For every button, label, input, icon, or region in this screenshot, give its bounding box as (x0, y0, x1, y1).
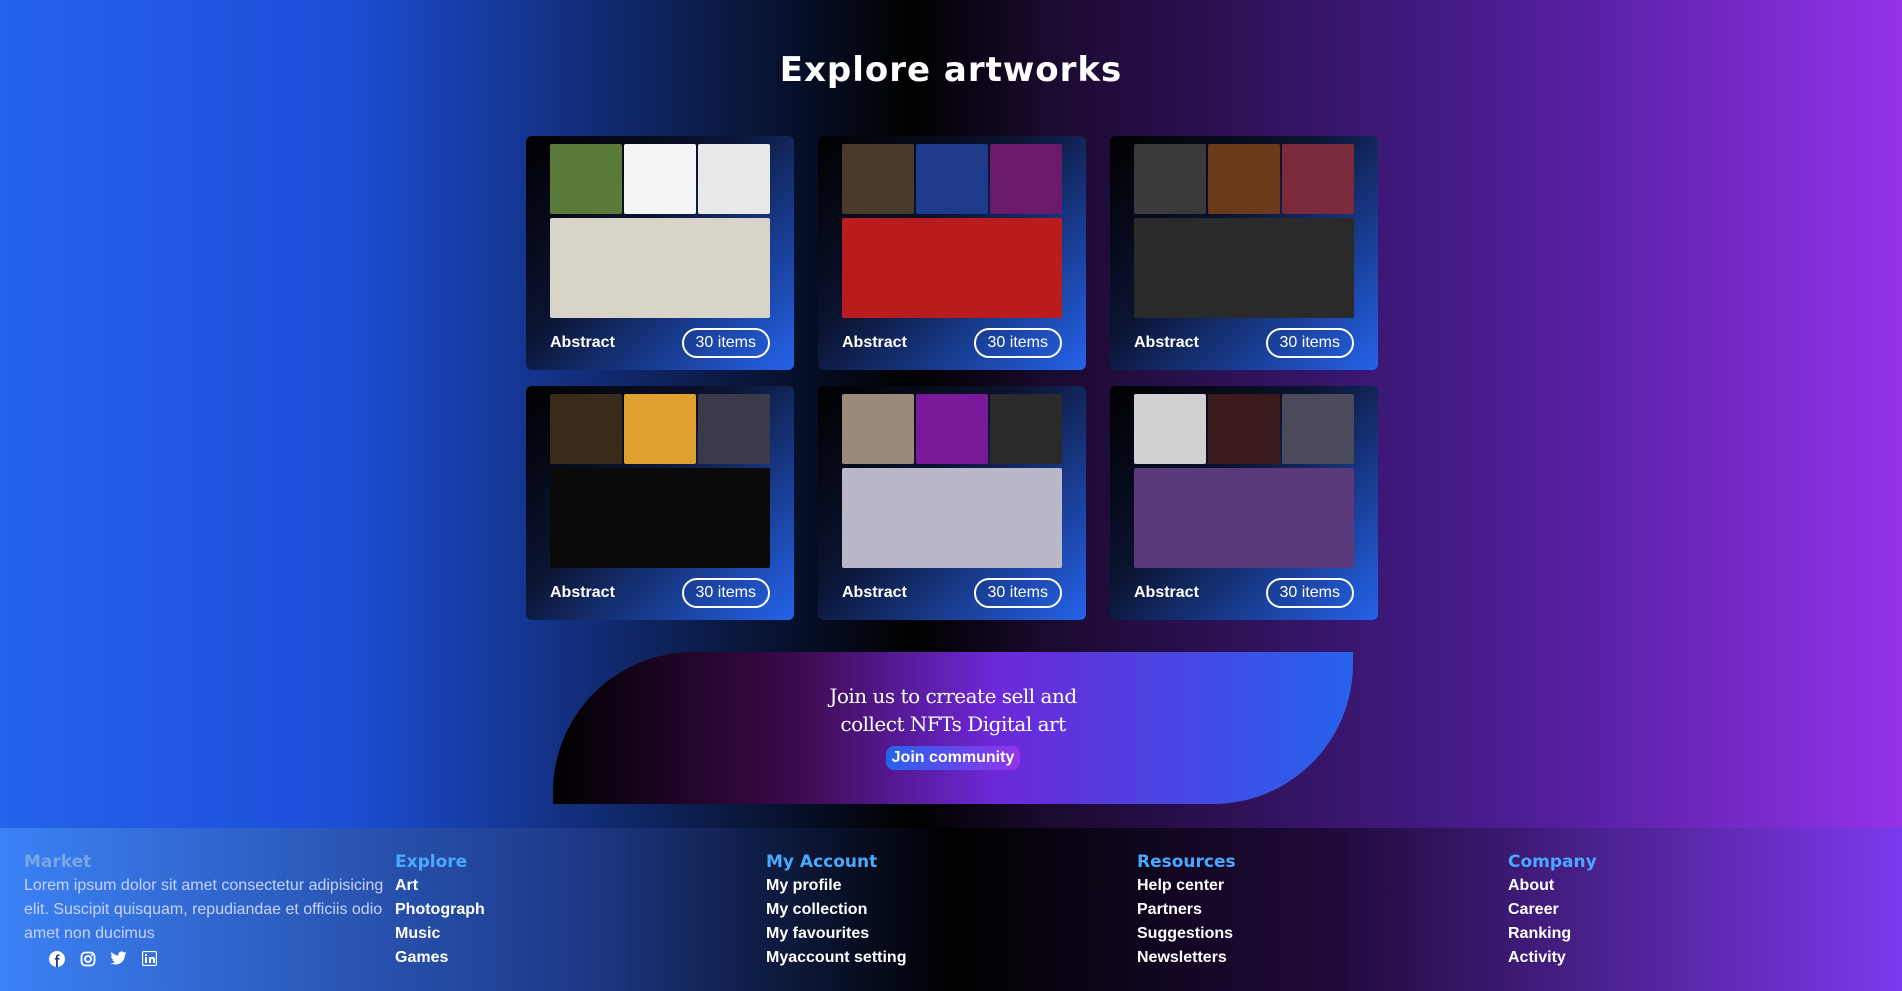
footer-link-career[interactable]: Career (1508, 898, 1855, 922)
collection-card[interactable]: Abstract 30 items (526, 136, 794, 370)
collection-cover-image[interactable] (842, 218, 1062, 318)
footer-link-my-collection[interactable]: My collection (766, 898, 1113, 922)
banner-line-2: collect NFTs Digital art (840, 712, 1066, 736)
footer-heading-account: My Account (766, 852, 878, 872)
thumbnail-image[interactable] (550, 394, 622, 464)
collection-cover-image[interactable] (550, 468, 770, 568)
thumbnail-image[interactable] (1282, 144, 1354, 214)
collection-card[interactable]: Abstract 30 items (1110, 386, 1378, 620)
footer-link-about[interactable]: About (1508, 874, 1855, 898)
collection-card[interactable]: Abstract 30 items (818, 386, 1086, 620)
items-count-badge[interactable]: 30 items (973, 328, 1062, 358)
collection-cover-image[interactable] (550, 218, 770, 318)
collection-name: Abstract (1134, 334, 1199, 351)
footer-explore: Explore Art Photograph Music Games (371, 828, 742, 991)
collection-name: Abstract (842, 584, 907, 601)
thumbnail-image[interactable] (624, 144, 696, 214)
thumbnail-image[interactable] (990, 144, 1062, 214)
collection-cover-image[interactable] (1134, 468, 1354, 568)
thumbnail-image[interactable] (842, 144, 914, 214)
collection-name: Abstract (1134, 584, 1199, 601)
banner-text: Join us to crreate sell and collect NFTs… (553, 682, 1353, 738)
items-count-badge[interactable]: 30 items (1265, 578, 1354, 608)
footer-link-activity[interactable]: Activity (1508, 946, 1855, 970)
footer-heading-market: Market (24, 852, 92, 872)
footer-description: Lorem ipsum dolor sit amet consectetur a… (24, 877, 384, 942)
footer-heading-company: Company (1508, 852, 1597, 872)
footer-heading-explore: Explore (395, 852, 468, 872)
thumbnail-image[interactable] (624, 394, 696, 464)
footer-link-my-profile[interactable]: My profile (766, 874, 1113, 898)
collection-card[interactable]: Abstract 30 items (1110, 136, 1378, 370)
linkedin-icon[interactable] (141, 950, 158, 967)
thumbnail-image[interactable] (916, 394, 988, 464)
footer-account: My Account My profile My collection My f… (742, 828, 1113, 991)
footer-link-photograph[interactable]: Photograph (395, 898, 742, 922)
social-links (48, 950, 371, 967)
thumbnail-image[interactable] (550, 144, 622, 214)
thumbnail-image[interactable] (698, 394, 770, 464)
thumbnail-image[interactable] (1208, 394, 1280, 464)
items-count-badge[interactable]: 30 items (1265, 328, 1354, 358)
collection-cover-image[interactable] (842, 468, 1062, 568)
footer-resources: Resources Help center Partners Suggestio… (1113, 828, 1484, 991)
footer-link-my-favourites[interactable]: My favourites (766, 922, 1113, 946)
thumbnail-image[interactable] (1134, 394, 1206, 464)
thumbnail-image[interactable] (916, 144, 988, 214)
thumbnail-image[interactable] (698, 144, 770, 214)
twitter-icon[interactable] (110, 950, 127, 967)
items-count-badge[interactable]: 30 items (681, 328, 770, 358)
footer-link-partners[interactable]: Partners (1137, 898, 1484, 922)
collection-cover-image[interactable] (1134, 218, 1354, 318)
join-community-button[interactable]: Join community (885, 746, 1021, 770)
thumbnail-image[interactable] (842, 394, 914, 464)
page-title: Explore artworks (779, 50, 1123, 90)
thumbnail-image[interactable] (1282, 394, 1354, 464)
collection-name: Abstract (842, 334, 907, 351)
thumbnail-image[interactable] (1208, 144, 1280, 214)
footer-heading-resources: Resources (1137, 852, 1236, 872)
footer-link-ranking[interactable]: Ranking (1508, 922, 1855, 946)
instagram-icon[interactable] (79, 950, 96, 967)
collection-card[interactable]: Abstract 30 items (818, 136, 1086, 370)
collection-name: Abstract (550, 584, 615, 601)
facebook-icon[interactable] (48, 950, 65, 967)
footer-link-games[interactable]: Games (395, 946, 742, 970)
artwork-grid: Abstract 30 items Abstract 30 items Abstra… (526, 136, 1378, 620)
footer-link-newsletters[interactable]: Newsletters (1137, 946, 1484, 970)
footer-market: Market Lorem ipsum dolor sit amet consec… (0, 828, 383, 991)
footer-link-help-center[interactable]: Help center (1137, 874, 1484, 898)
footer-link-art[interactable]: Art (395, 874, 742, 898)
collection-name: Abstract (550, 334, 615, 351)
collection-card[interactable]: Abstract 30 items (526, 386, 794, 620)
items-count-badge[interactable]: 30 items (973, 578, 1062, 608)
footer-company: Company About Career Ranking Activity (1484, 828, 1855, 991)
footer-link-music[interactable]: Music (395, 922, 742, 946)
items-count-badge[interactable]: 30 items (681, 578, 770, 608)
banner-line-1: Join us to crreate sell and (829, 684, 1077, 708)
footer-link-suggestions[interactable]: Suggestions (1137, 922, 1484, 946)
footer-link-account-setting[interactable]: Myaccount setting (766, 946, 1113, 970)
join-community-banner: Join us to crreate sell and collect NFTs… (553, 652, 1353, 804)
site-footer: Market Lorem ipsum dolor sit amet consec… (0, 828, 1902, 991)
thumbnail-image[interactable] (1134, 144, 1206, 214)
thumbnail-image[interactable] (990, 394, 1062, 464)
